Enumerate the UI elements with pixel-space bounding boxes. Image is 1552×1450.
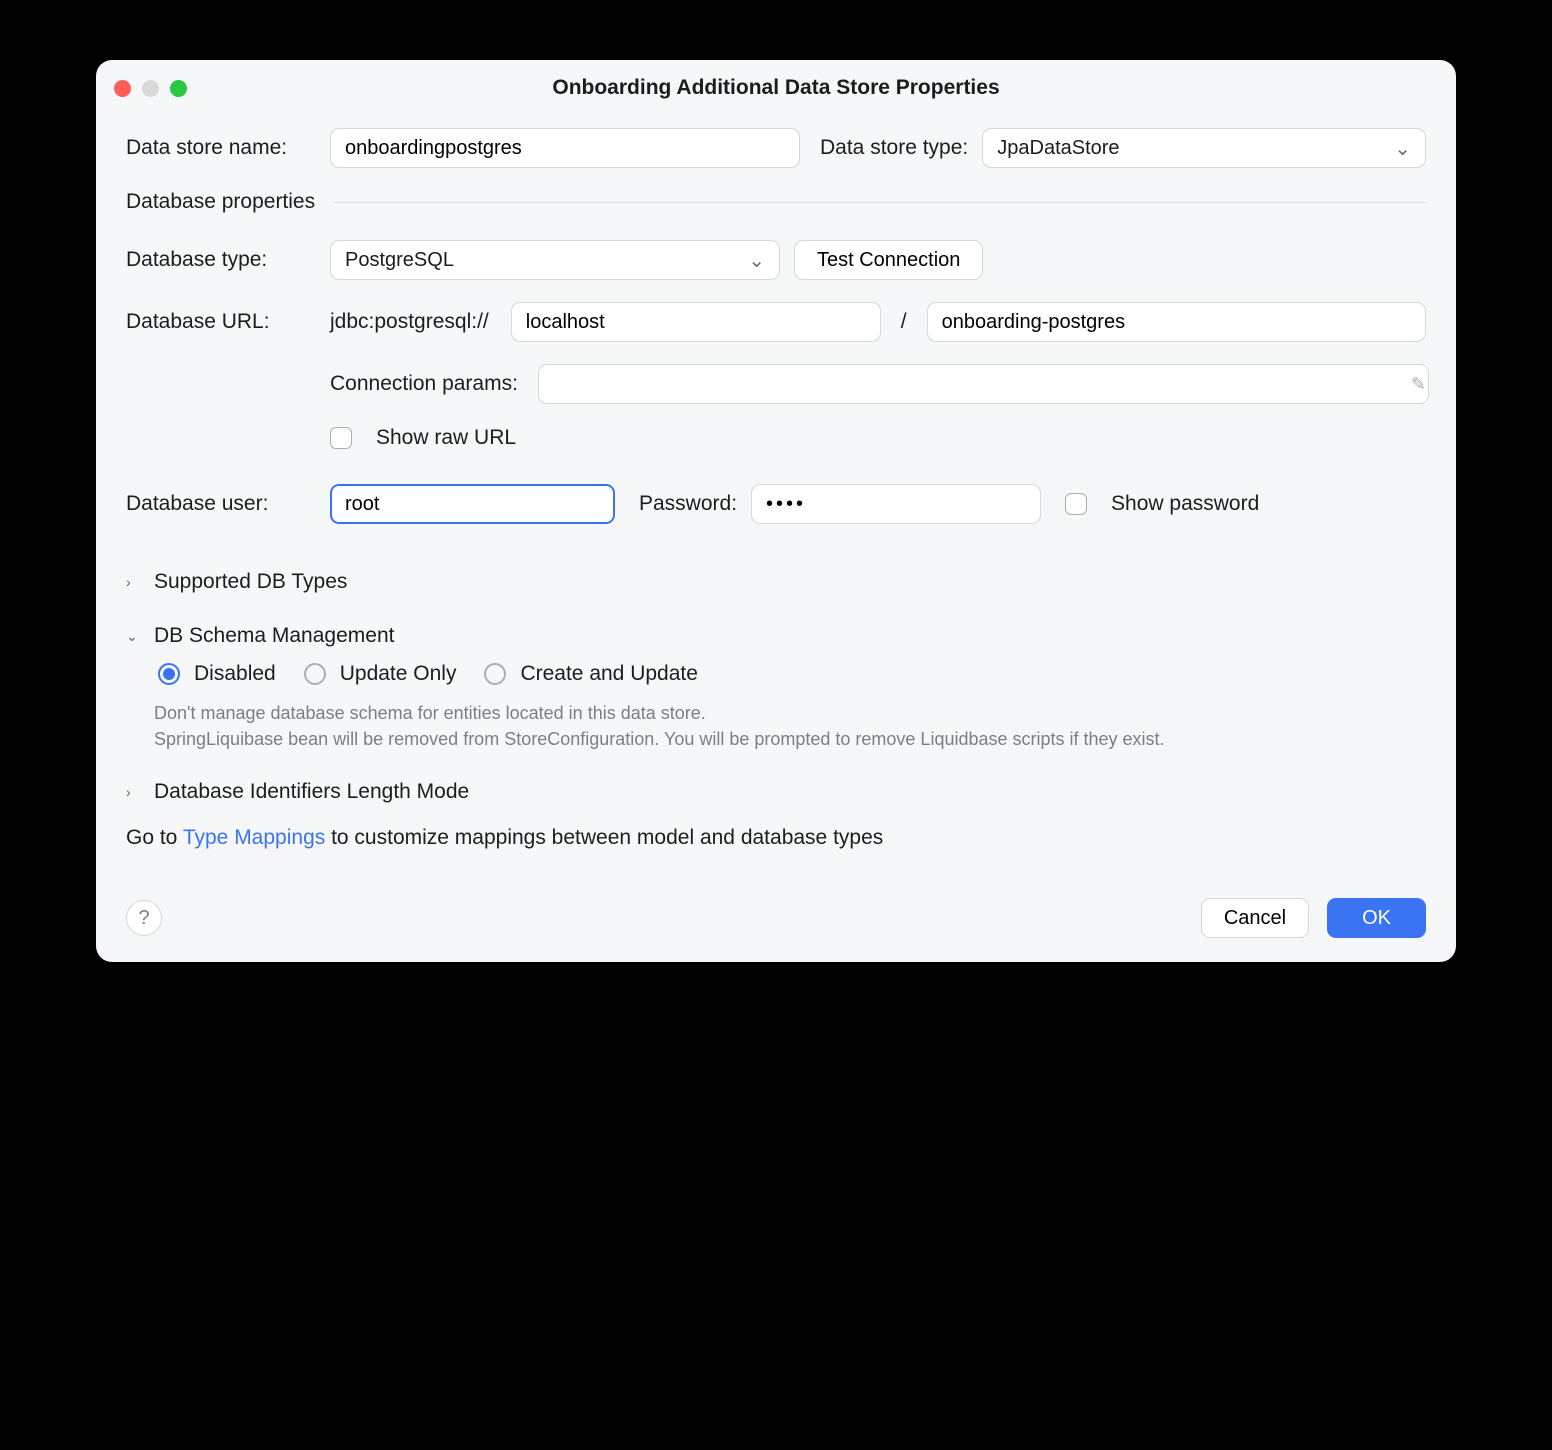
ok-button[interactable]: OK (1327, 898, 1426, 938)
schema-option-disabled[interactable]: Disabled (154, 662, 276, 686)
data-store-type-value: JpaDataStore (997, 137, 1119, 160)
database-properties-title: Database properties (126, 190, 327, 214)
test-connection-button[interactable]: Test Connection (794, 240, 983, 280)
data-store-name-row: Data store name: Data store type: JpaDat… (126, 128, 1426, 168)
chevron-down-icon: ⌄ (1394, 136, 1411, 161)
show-raw-url-label: Show raw URL (376, 426, 516, 450)
database-properties-header: Database properties (126, 190, 1426, 214)
type-mappings-link[interactable]: Type Mappings (183, 826, 325, 849)
titlebar: Onboarding Additional Data Store Propert… (96, 60, 1456, 116)
window-controls (114, 80, 187, 97)
radio-icon (158, 663, 180, 685)
db-schema-management-label: DB Schema Management (154, 624, 394, 648)
hint-pre: Go to (126, 826, 183, 849)
connection-params-label: Connection params: (330, 372, 518, 396)
dialog-bottom-bar: ? Cancel OK (126, 898, 1426, 938)
supported-db-types-label: Supported DB Types (154, 570, 347, 594)
database-user-label: Database user: (126, 492, 316, 516)
database-url-separator: / (895, 310, 913, 334)
database-host-input[interactable] (511, 302, 881, 342)
database-type-value: PostgreSQL (345, 249, 454, 272)
data-store-type-select[interactable]: JpaDataStore ⌄ (982, 128, 1426, 168)
schema-option-update-only-label: Update Only (340, 662, 457, 686)
supported-db-types-disclosure[interactable]: › Supported DB Types (126, 570, 1426, 594)
database-url-label: Database URL: (126, 310, 316, 334)
database-name-input[interactable] (927, 302, 1426, 342)
password-label: Password: (639, 492, 737, 516)
schema-management-options: Disabled Update Only Create and Update (154, 662, 1426, 686)
database-properties-body: Database type: PostgreSQL ⌄ Test Connect… (126, 240, 1426, 524)
schema-help-line-2: SpringLiquibase bean will be removed fro… (154, 726, 1426, 752)
radio-icon (484, 663, 506, 685)
window-title: Onboarding Additional Data Store Propert… (552, 76, 999, 100)
chevron-down-icon: ⌄ (126, 628, 144, 645)
data-store-type-label: Data store type: (820, 136, 968, 160)
chevron-down-icon: ⌄ (748, 248, 765, 273)
schema-option-disabled-label: Disabled (194, 662, 276, 686)
database-url-prefix: jdbc:postgresql:// (330, 310, 497, 334)
chevron-right-icon: › (126, 574, 144, 590)
schema-option-create-update[interactable]: Create and Update (480, 662, 697, 686)
data-store-name-label: Data store name: (126, 136, 316, 160)
show-password-checkbox[interactable] (1065, 493, 1087, 515)
show-raw-url-checkbox[interactable] (330, 427, 352, 449)
maximize-window-icon[interactable] (170, 80, 187, 97)
close-window-icon[interactable] (114, 80, 131, 97)
show-password-label: Show password (1111, 492, 1259, 516)
database-user-input[interactable] (330, 484, 615, 524)
password-input[interactable] (751, 484, 1041, 524)
schema-option-create-update-label: Create and Update (520, 662, 697, 686)
hint-post: to customize mappings between model and … (325, 826, 883, 849)
connection-params-input[interactable] (538, 364, 1429, 404)
database-type-select[interactable]: PostgreSQL ⌄ (330, 240, 780, 280)
minimize-window-icon (142, 80, 159, 97)
schema-help-line-1: Don't manage database schema for entitie… (154, 700, 1426, 726)
type-mappings-hint: Go to Type Mappings to customize mapping… (126, 826, 1426, 850)
db-schema-management-disclosure[interactable]: ⌄ DB Schema Management (126, 624, 1426, 648)
schema-option-update-only[interactable]: Update Only (300, 662, 457, 686)
help-icon[interactable]: ? (126, 900, 162, 936)
data-store-name-input[interactable] (330, 128, 800, 168)
identifiers-length-mode-disclosure[interactable]: › Database Identifiers Length Mode (126, 780, 1426, 804)
chevron-right-icon: › (126, 784, 144, 800)
dialog-content: Data store name: Data store type: JpaDat… (96, 116, 1456, 962)
dialog-window: Onboarding Additional Data Store Propert… (96, 60, 1456, 962)
database-type-label: Database type: (126, 248, 316, 272)
identifiers-length-mode-label: Database Identifiers Length Mode (154, 780, 469, 804)
radio-icon (304, 663, 326, 685)
cancel-button[interactable]: Cancel (1201, 898, 1309, 938)
